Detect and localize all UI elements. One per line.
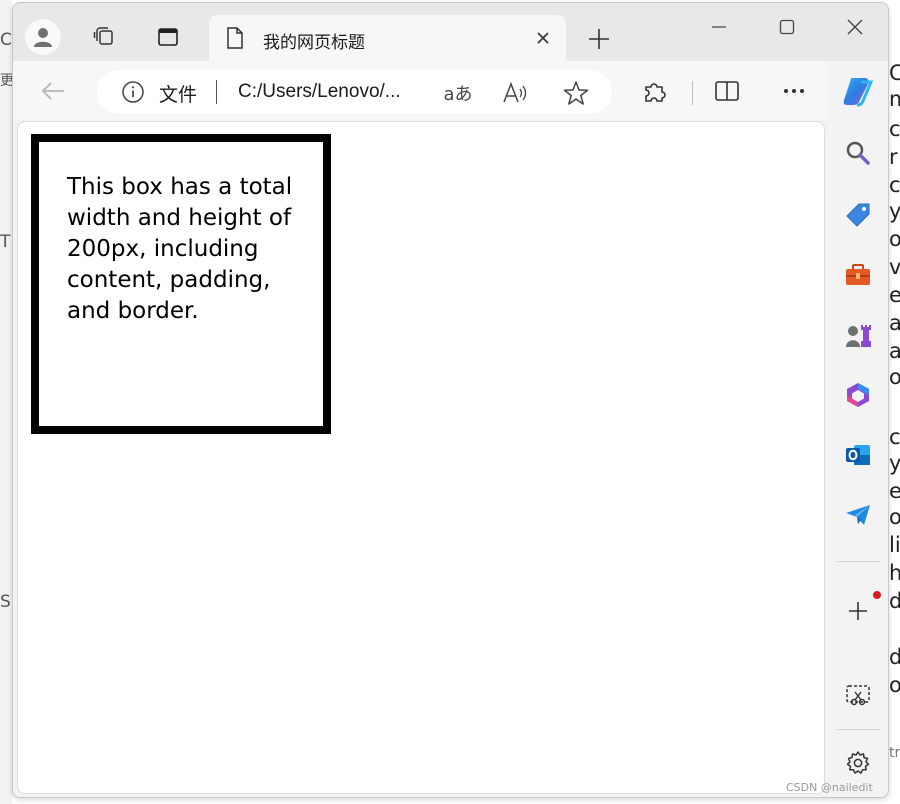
background-text-fragment: d [889, 645, 900, 669]
back-button[interactable] [35, 73, 71, 109]
send-button[interactable] [840, 497, 876, 533]
read-aloud-button[interactable] [501, 79, 529, 107]
ellipsis-icon [784, 89, 804, 93]
settings-icon [846, 751, 870, 774]
background-text-fragment: o [889, 365, 900, 389]
games-button[interactable] [840, 317, 876, 353]
maximize-button[interactable] [761, 9, 813, 45]
background-text-fragment: m [889, 87, 900, 111]
background-text-fragment: vi [889, 255, 900, 279]
active-tab[interactable]: 我的网页标题 [209, 15, 566, 61]
microsoft365-button[interactable] [840, 377, 876, 413]
background-text-fragment: T [0, 232, 11, 252]
split-screen-button[interactable] [709, 73, 745, 109]
tools-icon [846, 264, 870, 285]
workspaces-button[interactable] [83, 17, 125, 57]
browser-window: 我的网页标题 文件 C:/Users/Lenovo/... aあ This bo… [12, 2, 889, 798]
page-icon [225, 26, 245, 54]
screenshot-button[interactable] [840, 677, 876, 713]
background-text-fragment: c [889, 117, 900, 141]
background-right-window: C m c r c yl o vi e a a o c y e o li h d… [889, 0, 900, 804]
tab-actions-icon [158, 28, 178, 46]
more-options-button[interactable] [776, 73, 812, 109]
close-icon [537, 32, 549, 44]
add-sidebar-app-button[interactable] [840, 593, 876, 629]
microsoft365-icon [847, 383, 869, 407]
background-text-fragment: y [889, 451, 900, 475]
bordered-box: This box has a total width and height of… [31, 134, 331, 434]
sidebar-settings-button[interactable] [840, 745, 876, 781]
plus-icon [589, 29, 609, 49]
address-bar[interactable]: 文件 C:/Users/Lenovo/... aあ [97, 70, 612, 114]
box-description: This box has a total width and height of… [67, 174, 293, 324]
copilot-button[interactable] [840, 73, 876, 109]
site-info-icon[interactable] [121, 80, 145, 108]
background-text-fragment: h [889, 561, 900, 585]
tab-title: 我的网页标题 [263, 33, 365, 53]
profile-icon [34, 28, 52, 47]
background-text-fragment: r [889, 145, 898, 169]
split-screen-icon [715, 81, 739, 101]
background-text-fragment: c [889, 425, 900, 449]
outlook-button[interactable] [840, 437, 876, 473]
maximize-icon [779, 19, 795, 35]
address-url[interactable]: C:/Users/Lenovo/... [238, 81, 401, 103]
add-icon [849, 602, 867, 620]
back-arrow-icon [41, 82, 64, 100]
workspaces-icon [93, 27, 113, 45]
background-text-fragment: e [889, 479, 900, 503]
shopping-tag-icon [846, 203, 870, 227]
star-icon [563, 81, 589, 105]
background-text-fragment: o [889, 227, 900, 251]
sidebar-search-button[interactable] [840, 135, 876, 171]
background-text-fragment: d [889, 589, 900, 613]
edge-sidebar [829, 61, 888, 797]
address-separator [216, 80, 217, 104]
background-text-fragment: S [0, 592, 11, 612]
new-tab-button[interactable] [581, 21, 617, 57]
outlook-icon [846, 445, 870, 465]
background-text-fragment: c [889, 173, 900, 197]
title-bar: 我的网页标题 [13, 3, 888, 61]
send-icon [846, 505, 870, 525]
read-aloud-icon [503, 81, 527, 103]
favorite-button[interactable] [562, 79, 590, 107]
background-text-fragment: o [889, 505, 900, 529]
immersive-reader-icon: aあ [443, 84, 473, 105]
screenshot-icon [846, 685, 870, 706]
address-scheme-label: 文件 [159, 84, 198, 106]
tools-button[interactable] [840, 257, 876, 293]
background-text-fragment: a [889, 339, 900, 363]
navigation-toolbar: 文件 C:/Users/Lenovo/... aあ [13, 61, 888, 119]
background-text-fragment: e [889, 283, 900, 307]
close-window-button[interactable] [829, 9, 881, 45]
immersive-reader-button[interactable]: aあ [441, 79, 475, 107]
vertical-tabs-button[interactable] [147, 17, 189, 57]
minimize-icon [712, 26, 726, 28]
tab-close-button[interactable] [532, 27, 554, 49]
puzzle-icon [645, 83, 666, 102]
copilot-icon [843, 78, 874, 107]
toolbar-separator [692, 81, 693, 105]
background-text-fragment: a [889, 311, 900, 335]
watermark: CSDN @nailedit [786, 781, 873, 794]
background-text-fragment: C [0, 30, 12, 50]
background-text-fragment: yl [889, 199, 900, 223]
shopping-button[interactable] [840, 197, 876, 233]
page-content: This box has a total width and height of… [17, 121, 825, 794]
background-text-fragment: C [889, 61, 900, 85]
sidebar-separator [837, 561, 881, 562]
minimize-button[interactable] [693, 9, 745, 45]
background-text-fragment: li [889, 533, 900, 557]
close-icon [847, 19, 863, 35]
notification-dot [873, 591, 881, 599]
sidebar-separator [837, 729, 881, 730]
background-left-window: C 更 T S [0, 0, 14, 804]
profile-avatar[interactable] [25, 19, 61, 55]
background-text-fragment: tr [889, 745, 900, 761]
extensions-button[interactable] [637, 73, 673, 109]
games-icon [846, 325, 871, 347]
background-text-fragment: o [889, 673, 900, 697]
search-icon [846, 141, 870, 165]
